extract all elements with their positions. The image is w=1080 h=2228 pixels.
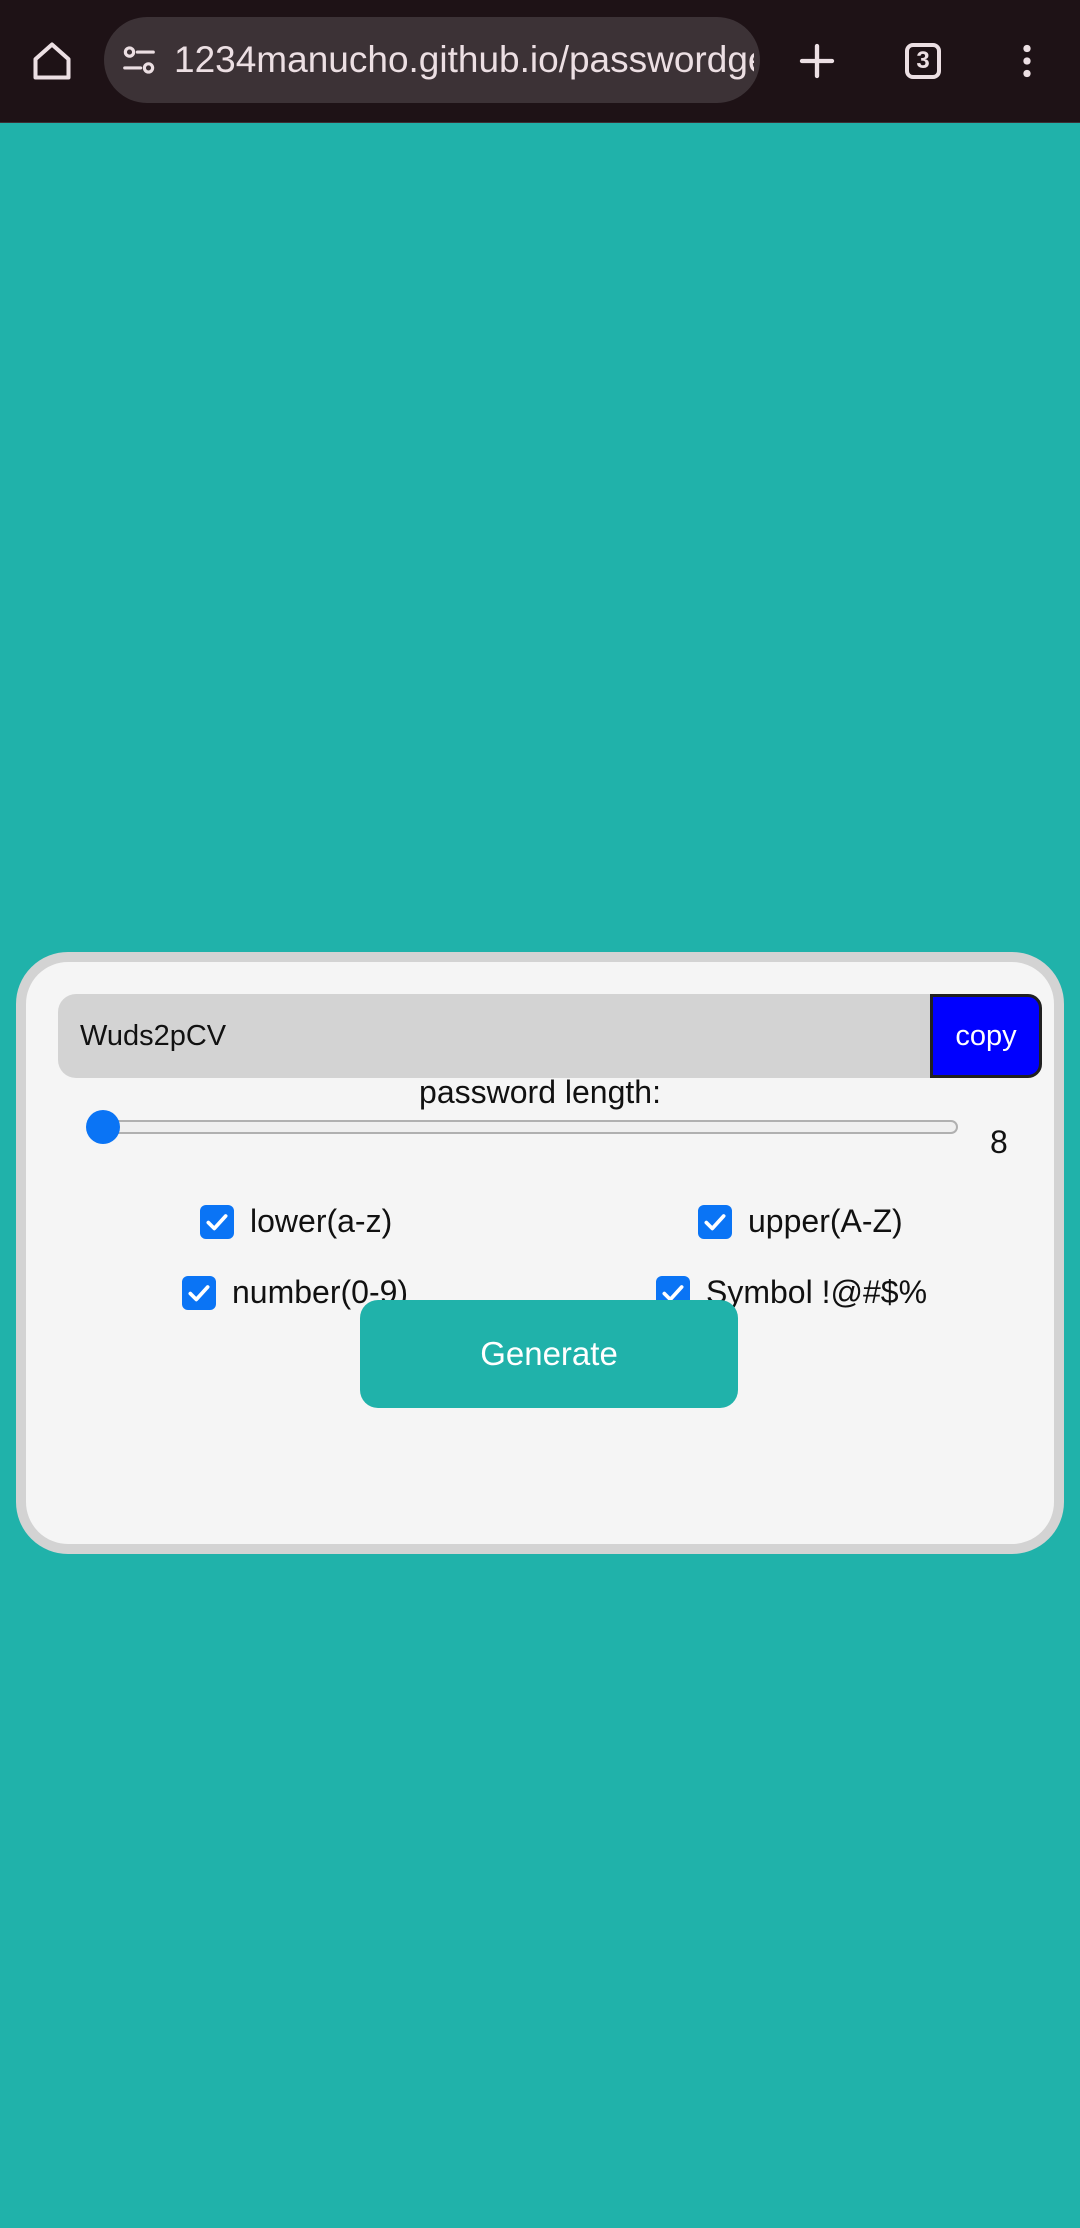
tab-count: 3 — [916, 47, 930, 74]
browser-toolbar: 1234manucho.github.io/passwordge 3 — [0, 0, 1080, 123]
option-lower[interactable]: lower(a-z) — [200, 1203, 392, 1240]
address-bar[interactable]: 1234manucho.github.io/passwordge — [104, 17, 760, 103]
home-icon — [33, 42, 71, 80]
new-tab-button[interactable] — [782, 26, 852, 96]
generate-button[interactable]: Generate — [360, 1300, 738, 1408]
home-button[interactable] — [20, 26, 84, 96]
checkmark-icon — [206, 1213, 228, 1230]
option-lower-label: lower(a-z) — [250, 1203, 393, 1239]
option-upper-label: upper(A-Z) — [748, 1203, 903, 1239]
checkbox-lower[interactable] — [200, 1204, 234, 1239]
tab-switcher-button[interactable]: 3 — [888, 26, 958, 96]
browser-menu-button[interactable] — [992, 26, 1062, 96]
url-text[interactable]: 1234manucho.github.io/passwordge — [174, 17, 754, 103]
option-upper[interactable]: upper(A-Z) — [698, 1203, 903, 1240]
copy-button[interactable]: copy — [930, 994, 1042, 1078]
password-length-slider[interactable] — [88, 1120, 958, 1134]
plus-icon — [799, 43, 835, 79]
password-output-row: copy — [58, 994, 1042, 1078]
checkbox-number[interactable] — [182, 1275, 216, 1310]
tab-switcher-icon: 3 — [905, 43, 941, 79]
password-output-field[interactable] — [58, 994, 932, 1078]
password-length-label: password length: — [419, 1074, 661, 1110]
checkmark-icon — [704, 1213, 726, 1230]
password-generator-card: copy password length: 8 lower(a-z) upper… — [16, 952, 1064, 1554]
checkmark-icon — [188, 1284, 210, 1301]
option-symbol-label: Symbol !@#$% — [706, 1274, 928, 1310]
site-info-icon[interactable] — [118, 39, 160, 81]
slider-thumb[interactable] — [86, 1110, 120, 1144]
checkbox-upper[interactable] — [698, 1204, 732, 1239]
password-length-value: 8 — [990, 1124, 1008, 1160]
more-vert-icon — [1023, 44, 1031, 78]
